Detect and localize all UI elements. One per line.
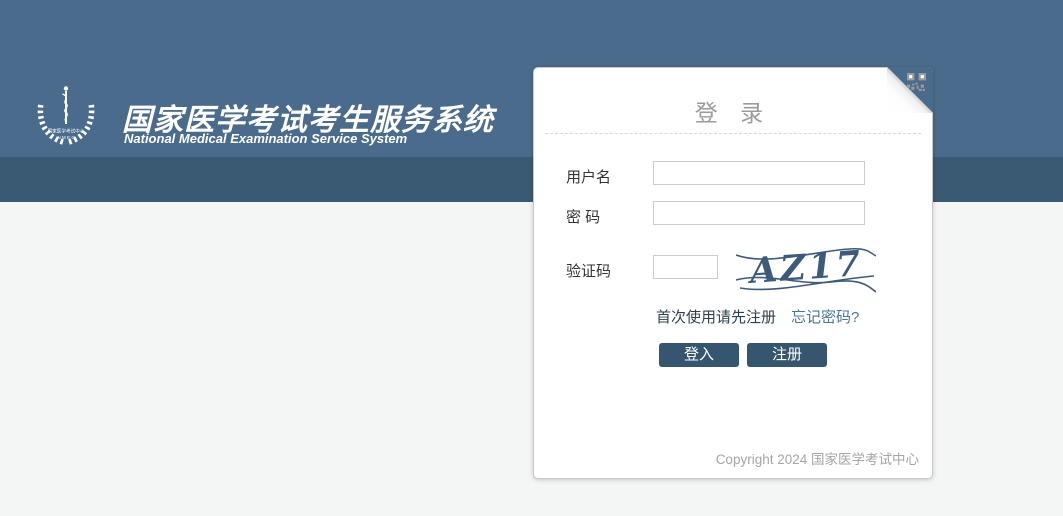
nmec-emblem-icon: 国家医学考试中心 N M E C <box>33 82 99 148</box>
login-button[interactable]: 登入 <box>659 343 739 367</box>
register-hint-link[interactable]: 首次使用请先注册 <box>656 306 776 327</box>
qr-code-icon <box>907 73 926 92</box>
links-row: 首次使用请先注册 忘记密码? <box>656 306 859 327</box>
captcha-input[interactable] <box>653 255 718 279</box>
forgot-password-link[interactable]: 忘记密码? <box>791 306 859 327</box>
captcha-image[interactable]: AZ17 <box>736 242 876 294</box>
captcha-label: 验证码 <box>566 260 611 281</box>
password-label: 密 码 <box>566 206 600 227</box>
register-button[interactable]: 注册 <box>747 343 827 367</box>
copyright-text: Copyright 2024 国家医学考试中心 <box>716 448 919 468</box>
nmec-logo: 国家医学考试中心 N M E C <box>33 82 99 148</box>
login-title: 登 录 <box>534 94 932 128</box>
username-input[interactable] <box>653 161 865 185</box>
logo-caption-cn: 国家医学考试中心 <box>48 128 85 135</box>
login-panel: 登 录 用户名 密 码 验证码 AZ17 首次使用请先注册 忘记密码? 登入 注… <box>533 67 933 479</box>
password-input[interactable] <box>653 201 865 225</box>
divider <box>545 133 921 134</box>
username-label: 用户名 <box>566 166 611 187</box>
app-subtitle: National Medical Examination Service Sys… <box>124 131 407 146</box>
logo-caption-en: N M E C <box>57 135 75 140</box>
